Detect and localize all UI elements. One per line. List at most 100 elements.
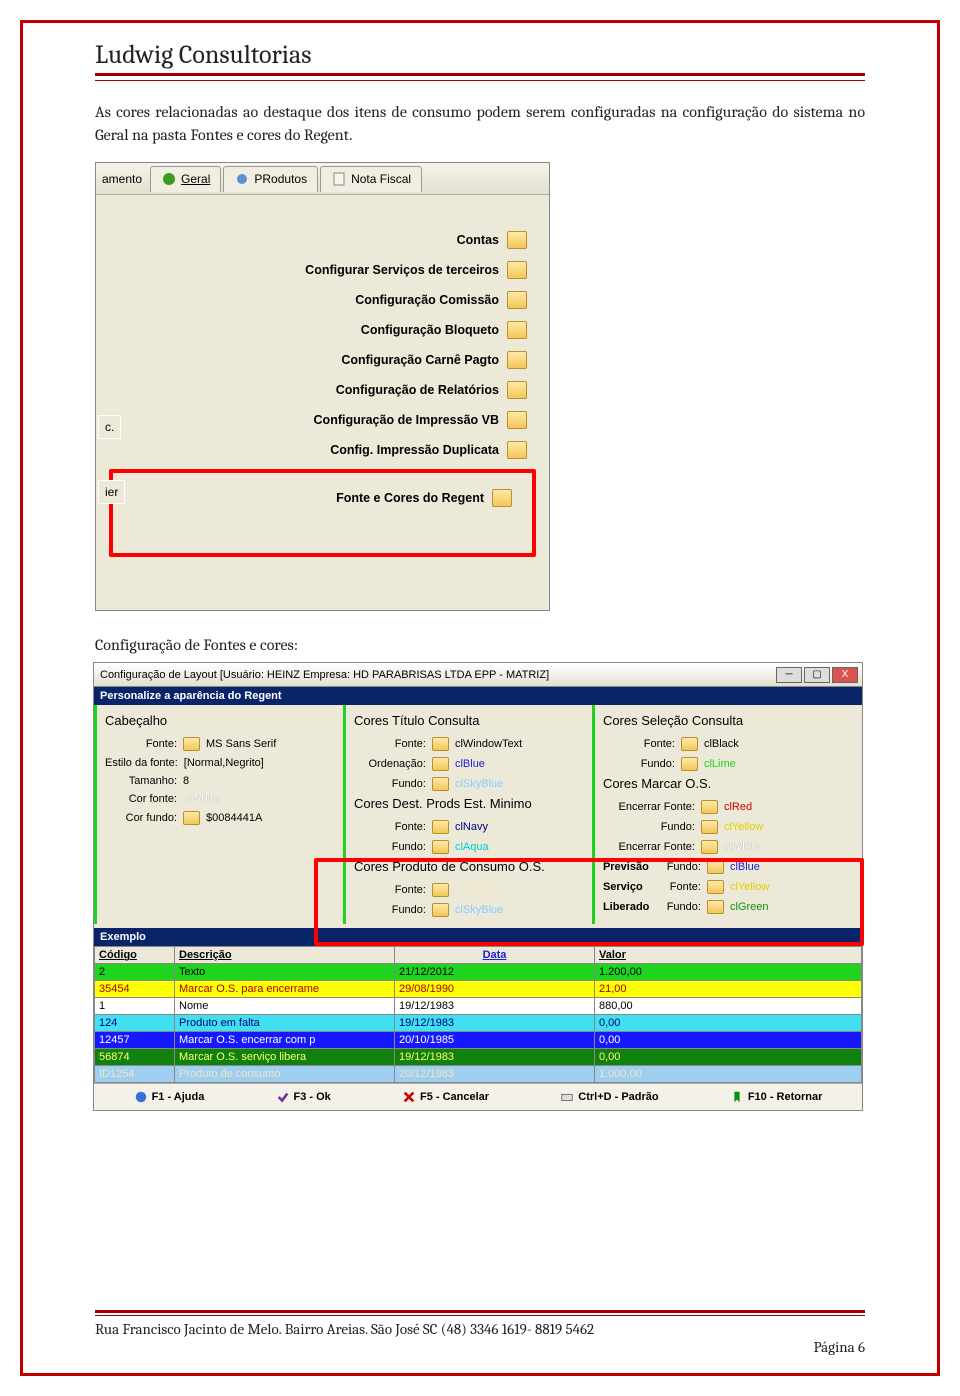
folder-icon[interactable] — [507, 261, 527, 279]
config-item-label: Configuração de Relatórios — [336, 383, 499, 397]
table-cell: 20/12/1983 — [395, 1066, 595, 1083]
fk-f5[interactable]: F5 - Cancelar — [402, 1090, 489, 1104]
fk-f3[interactable]: F3 - Ok — [276, 1090, 331, 1104]
config-item[interactable]: Config. Impressão Duplicata — [106, 435, 539, 465]
fld-label: Fundo: — [354, 904, 426, 916]
minimize-button[interactable]: ─ — [776, 667, 802, 683]
folder-icon[interactable] — [183, 737, 200, 751]
config-item[interactable]: Configuração de Impressão VB — [106, 405, 539, 435]
config-item-label: Config. Impressão Duplicata — [330, 443, 499, 457]
folder-icon[interactable] — [507, 321, 527, 339]
tab-nota-fiscal[interactable]: Nota Fiscal — [320, 166, 422, 192]
fk-f10[interactable]: F10 - Retornar — [730, 1090, 823, 1104]
folder-icon[interactable] — [707, 860, 724, 874]
fld-label: Fonte: — [603, 738, 675, 750]
fld-label: Fundo: — [603, 758, 675, 770]
fld-value: MS Sans Serif — [206, 738, 276, 750]
fld-value: clBlue — [730, 861, 760, 873]
folder-icon[interactable] — [707, 900, 724, 914]
footer-address: Rua Francisco Jacinto de Melo. Bairro Ar… — [95, 1320, 865, 1338]
fk-label: F5 - Cancelar — [420, 1091, 489, 1103]
th-descricao: Descrição — [175, 947, 395, 964]
return-icon — [730, 1090, 744, 1104]
config-item-label: Configuração Bloqueto — [361, 323, 499, 337]
th-codigo: Código — [95, 947, 175, 964]
folder-icon[interactable] — [707, 880, 724, 894]
folder-icon[interactable] — [701, 800, 718, 814]
fld-value: clNavy — [455, 821, 488, 833]
fld-value: clWindowText — [455, 738, 522, 750]
function-key-bar: F1 - Ajuda F3 - Ok F5 - Cancelar Ctrl+D … — [94, 1083, 862, 1110]
config-item-label: Configuração Carnê Pagto — [341, 353, 499, 367]
table-cell: 19/12/1983 — [395, 1015, 595, 1032]
table-cell: 0,00 — [595, 1049, 862, 1066]
fld-label: Estilo da fonte: — [105, 757, 178, 769]
tab-produtos-label: PRodutos — [254, 172, 307, 186]
table-row: 2Texto21/12/20121.200,00 — [95, 964, 862, 981]
table-cell: 21,00 — [595, 981, 862, 998]
tab-produtos[interactable]: PRodutos — [223, 166, 318, 192]
check-icon — [276, 1090, 290, 1104]
config-item[interactable]: Contas — [106, 225, 539, 255]
fk-label: F10 - Retornar — [748, 1091, 823, 1103]
fld-label: Fonte: — [661, 881, 701, 893]
fld-value: clBlue — [455, 758, 485, 770]
folder-icon[interactable] — [681, 757, 698, 771]
fld-label: Fundo: — [354, 778, 426, 790]
table-cell: Marcar O.S. para encerrame — [175, 981, 395, 998]
table-cell: 19/12/1983 — [395, 998, 595, 1015]
maximize-button[interactable]: ▢ — [804, 667, 830, 683]
help-icon — [134, 1090, 148, 1104]
folder-icon[interactable] — [432, 840, 449, 854]
folder-icon[interactable] — [432, 777, 449, 791]
group-cores-dest: Cores Dest. Prods Est. Minimo — [354, 796, 586, 811]
folder-icon[interactable] — [492, 489, 512, 507]
intro-paragraph: As cores relacionadas ao destaque dos it… — [95, 101, 865, 147]
fld-label: Fonte: — [354, 821, 426, 833]
tab-geral[interactable]: Geral — [150, 166, 221, 192]
page-title: Ludwig Consultorias — [95, 40, 865, 76]
folder-icon[interactable] — [432, 820, 449, 834]
config-item[interactable]: Configuração de Relatórios — [106, 375, 539, 405]
folder-icon[interactable] — [681, 737, 698, 751]
cancel-icon — [402, 1090, 416, 1104]
config-item-label: Contas — [457, 233, 499, 247]
group-cores-os: Cores Marcar O.S. — [603, 776, 856, 791]
table-cell: Nome — [175, 998, 395, 1015]
fld-value: clYellow — [724, 821, 763, 833]
folder-icon[interactable] — [507, 411, 527, 429]
folder-icon[interactable] — [432, 903, 449, 917]
table-cell: 1.200,00 — [595, 964, 862, 981]
group-cores-selecao: Cores Seleção Consulta — [603, 713, 856, 728]
fld-value: clGreen — [730, 901, 769, 913]
config-item[interactable]: Configuração Carnê Pagto — [106, 345, 539, 375]
fk-f1[interactable]: F1 - Ajuda — [134, 1090, 205, 1104]
config-item-highlighted[interactable]: Fonte e Cores do Regent — [121, 483, 524, 513]
config-item-label: Fonte e Cores do Regent — [336, 491, 484, 505]
config-item[interactable]: Configurar Serviços de terceiros — [106, 255, 539, 285]
table-row: ID1254Produto de consumo20/12/19831.000,… — [95, 1066, 862, 1083]
table-cell: Marcar O.S. serviço libera — [175, 1049, 395, 1066]
fld-label: Tamanho: — [105, 775, 177, 787]
folder-icon[interactable] — [507, 381, 527, 399]
folder-icon[interactable] — [432, 737, 449, 751]
gear-icon — [234, 171, 250, 187]
config-item[interactable]: Configuração Bloqueto — [106, 315, 539, 345]
table-cell: 56874 — [95, 1049, 175, 1066]
fld-label: Fundo: — [661, 861, 701, 873]
folder-icon[interactable] — [432, 883, 449, 897]
folder-icon[interactable] — [507, 291, 527, 309]
folder-icon[interactable] — [507, 441, 527, 459]
close-button[interactable]: X — [832, 667, 858, 683]
fk-ctrld[interactable]: Ctrl+D - Padrão — [560, 1090, 658, 1104]
folder-icon[interactable] — [183, 811, 200, 825]
footer-rule — [95, 1310, 865, 1313]
folder-icon[interactable] — [507, 231, 527, 249]
fld-label: Cor fonte: — [105, 793, 177, 805]
table-row: 1Nome19/12/1983880,00 — [95, 998, 862, 1015]
folder-icon[interactable] — [432, 757, 449, 771]
config-item[interactable]: Configuração Comissão — [106, 285, 539, 315]
folder-icon[interactable] — [507, 351, 527, 369]
folder-icon[interactable] — [701, 840, 718, 854]
folder-icon[interactable] — [701, 820, 718, 834]
